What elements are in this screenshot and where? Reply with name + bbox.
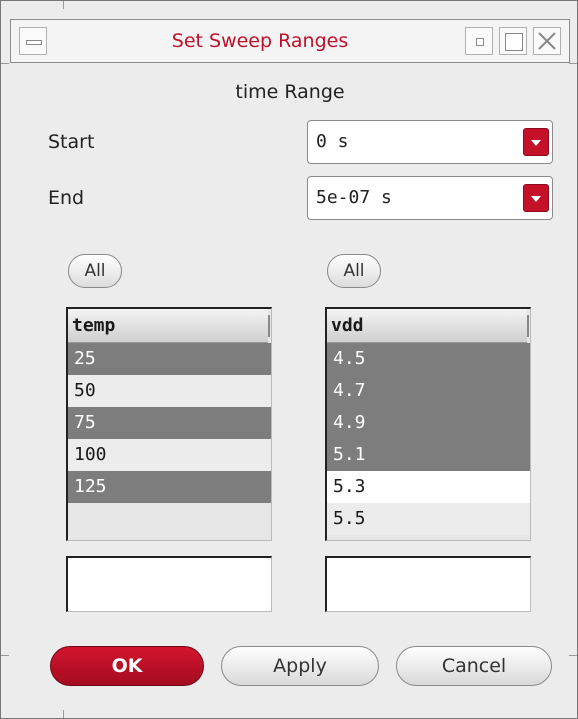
start-combo[interactable]: 0 s — [307, 120, 553, 164]
list-item[interactable]: 4.7 — [327, 375, 530, 407]
end-combo[interactable]: 5e-07 s — [307, 176, 553, 220]
temp-list[interactable]: temp 25 50 75 100 125 — [66, 307, 272, 541]
list-item[interactable]: 4.9 — [327, 407, 530, 439]
maximize-icon[interactable] — [499, 27, 527, 55]
list-item[interactable]: 25 — [68, 343, 271, 375]
end-label: End — [48, 187, 85, 209]
apply-button[interactable]: Apply — [221, 646, 379, 686]
list-item[interactable]: 5.1 — [327, 439, 530, 471]
list-item[interactable]: 50 — [68, 375, 271, 407]
title-bar[interactable]: Set Sweep Ranges — [10, 19, 570, 63]
end-value[interactable]: 5e-07 s — [316, 177, 392, 219]
start-value[interactable]: 0 s — [316, 121, 349, 163]
range-title: time Range — [235, 81, 345, 103]
window-menu-icon[interactable] — [19, 27, 47, 55]
list-item[interactable]: 4.5 — [327, 343, 530, 375]
dialog-window: Set Sweep Ranges time Range Start 0 s En… — [0, 0, 578, 719]
list-item[interactable]: 75 — [68, 407, 271, 439]
select-all-temp-button[interactable]: All — [68, 254, 122, 288]
list-item[interactable]: 100 — [68, 439, 271, 471]
window-title: Set Sweep Ranges — [171, 30, 349, 52]
dropdown-arrow-icon[interactable] — [523, 184, 549, 212]
cancel-button[interactable]: Cancel — [396, 646, 552, 686]
close-icon[interactable] — [533, 27, 561, 55]
dropdown-arrow-icon[interactable] — [523, 128, 549, 156]
vdd-column-header[interactable]: vdd — [327, 309, 529, 343]
ok-button[interactable]: OK — [50, 646, 204, 686]
select-all-vdd-button[interactable]: All — [327, 254, 381, 288]
list-item[interactable]: 125 — [68, 471, 271, 503]
list-item[interactable]: 5.3 — [327, 471, 530, 503]
list-item[interactable]: 5.5 — [327, 503, 530, 535]
temp-column-header[interactable]: temp — [68, 309, 270, 343]
temp-entry-field[interactable] — [66, 556, 272, 612]
vdd-entry-field[interactable] — [325, 556, 531, 612]
start-label: Start — [48, 131, 95, 153]
vdd-list[interactable]: vdd 4.5 4.7 4.9 5.1 5.3 5.5 — [325, 307, 531, 541]
minimize-icon[interactable] — [465, 27, 493, 55]
